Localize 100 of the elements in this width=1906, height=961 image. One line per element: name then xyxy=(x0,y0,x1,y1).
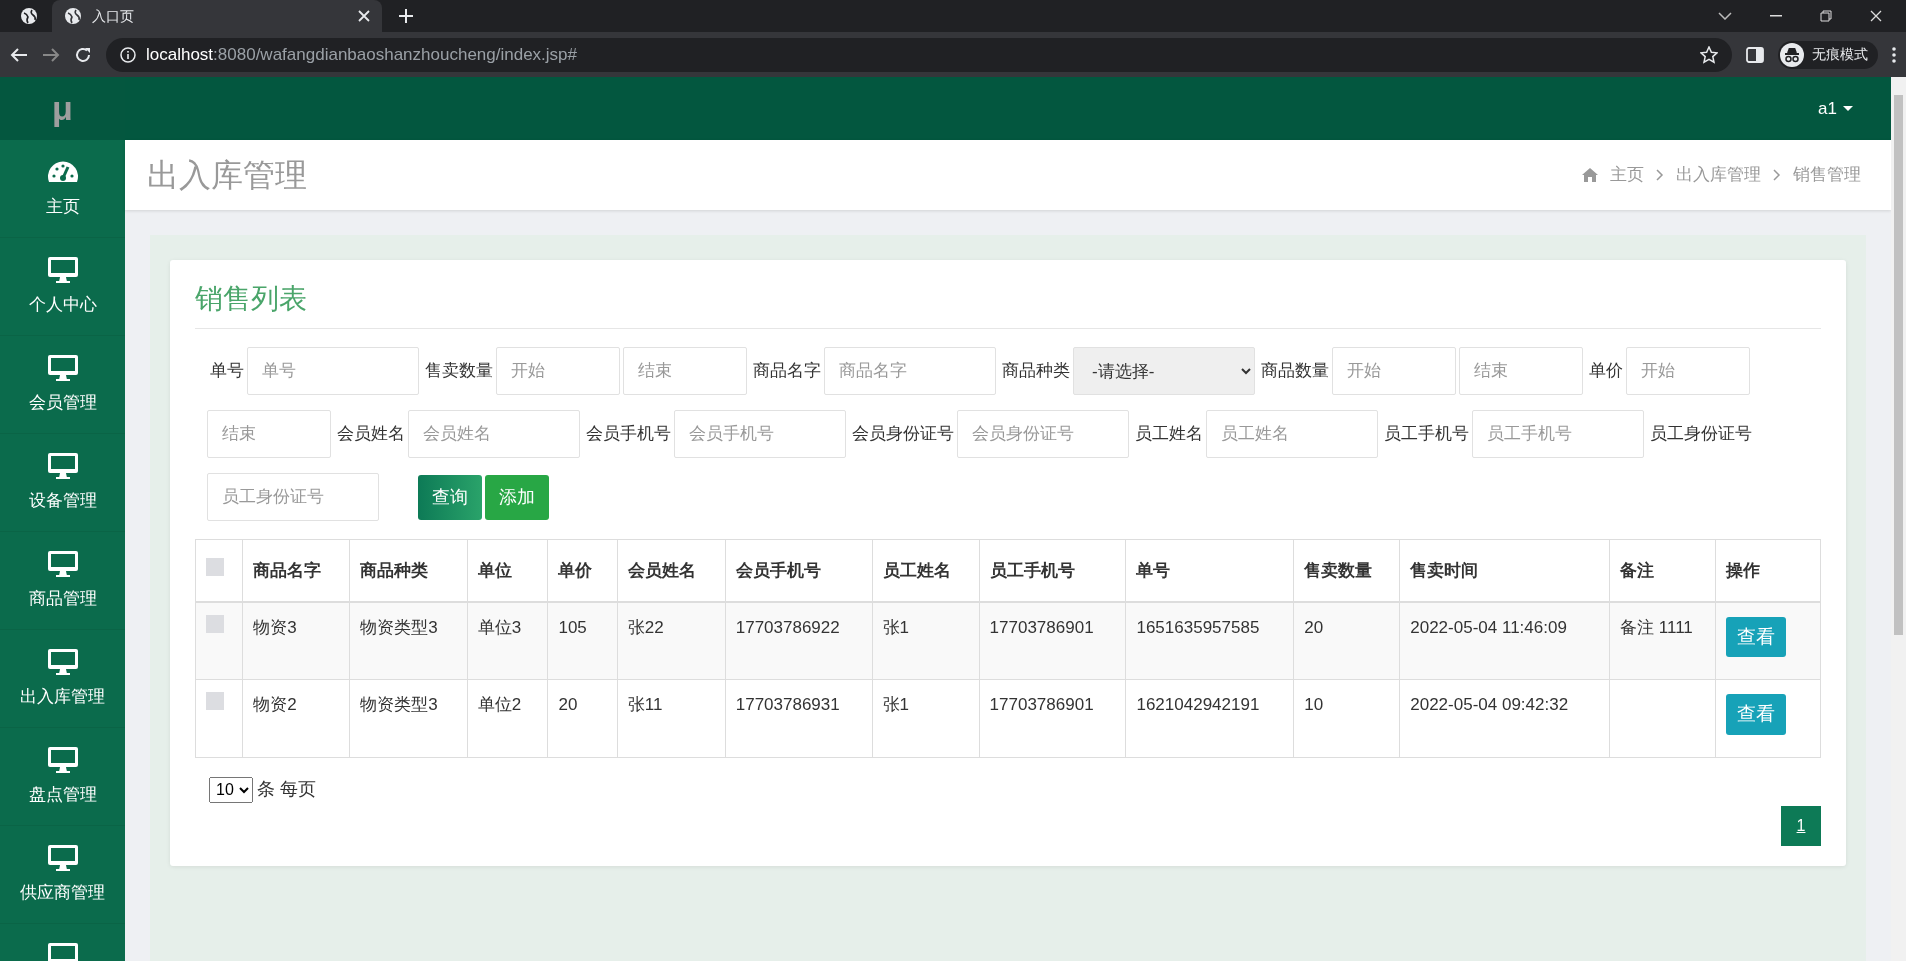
caret-icon xyxy=(1843,106,1853,111)
table-cell: 20 xyxy=(547,679,618,758)
monitor-icon xyxy=(46,255,79,284)
page-size-select[interactable]: 10 xyxy=(209,776,253,803)
page-link[interactable]: 1 xyxy=(1781,806,1821,846)
reload-icon[interactable] xyxy=(74,45,92,64)
column-header: 单号 xyxy=(1125,539,1294,602)
close-icon[interactable] xyxy=(1870,10,1882,22)
scrollbar[interactable] xyxy=(1891,77,1906,961)
field-label: 售卖数量 xyxy=(425,360,493,383)
home-icon xyxy=(1582,167,1598,183)
input-field[interactable]: 结束 xyxy=(623,347,747,395)
url-text: localhost:8080/wafangdianbaoshanzhoucheng/index.jsp# xyxy=(146,43,578,66)
input-field[interactable]: 会员手机号 xyxy=(674,410,846,458)
table-cell: 张1 xyxy=(872,601,980,680)
field-label: 商品数量 xyxy=(1261,360,1329,383)
input-field[interactable]: 员工姓名 xyxy=(1206,410,1378,458)
info-icon[interactable] xyxy=(120,46,136,63)
field-label: 商品种类 xyxy=(1002,360,1070,383)
column-header: 售卖数量 xyxy=(1293,539,1400,602)
select-all-checkbox[interactable] xyxy=(206,557,224,576)
input-field[interactable]: 单号 xyxy=(247,347,419,395)
column-header: 单位 xyxy=(467,539,548,602)
minimize-icon[interactable] xyxy=(1770,15,1782,17)
input-field[interactable]: 开始 xyxy=(1332,347,1456,395)
table-cell: 物资类型3 xyxy=(349,601,468,680)
column-header: 商品名字 xyxy=(242,539,350,602)
field-label: 单价 xyxy=(1589,360,1623,383)
column-header: 商品种类 xyxy=(349,539,468,602)
globe-icon[interactable] xyxy=(20,7,38,25)
column-header: 会员手机号 xyxy=(725,539,873,602)
input-field[interactable]: 员工手机号 xyxy=(1472,410,1644,458)
input-field[interactable]: 会员姓名 xyxy=(408,410,580,458)
close-icon[interactable] xyxy=(358,10,370,22)
column-header: 员工姓名 xyxy=(872,539,980,602)
column-header: 备注 xyxy=(1609,539,1716,602)
star-icon[interactable] xyxy=(1700,45,1718,64)
field-label: 会员手机号 xyxy=(586,423,671,446)
restore-icon[interactable] xyxy=(1820,10,1832,22)
field-label: 会员姓名 xyxy=(337,423,405,446)
logo: μ xyxy=(52,88,73,129)
table-cell: 17703786931 xyxy=(725,679,873,758)
monitor-icon xyxy=(46,745,79,774)
input-field[interactable]: 开始 xyxy=(496,347,620,395)
page-title: 出入库管理 xyxy=(147,156,307,195)
input-field[interactable]: 结束 xyxy=(207,410,331,458)
field-label: 会员身份证号 xyxy=(852,423,954,446)
input-field[interactable]: 商品名字 xyxy=(824,347,996,395)
table-cell: 1651635957585 xyxy=(1125,601,1294,680)
table-cell: 张1 xyxy=(872,679,980,758)
address-bar[interactable]: localhost:8080/wafangdianbaoshanzhoucheng/index.jsp# xyxy=(106,37,1732,72)
monitor-icon xyxy=(46,843,79,872)
chevron-right-icon xyxy=(1656,169,1664,181)
category-select[interactable]: -请选择- xyxy=(1073,347,1255,395)
monitor-icon xyxy=(46,451,79,480)
table-cell: 2022-05-04 11:46:09 xyxy=(1399,601,1610,680)
user-menu[interactable]: a1 xyxy=(1818,95,1853,122)
table-cell: 1621042942191 xyxy=(1125,679,1294,758)
incognito-icon xyxy=(1780,42,1804,67)
table-cell: 单位2 xyxy=(467,679,548,758)
input-field[interactable]: 开始 xyxy=(1626,347,1750,395)
incognito-chip[interactable]: 无痕模式 xyxy=(1778,40,1878,69)
field-label: 员工身份证号 xyxy=(1650,423,1752,446)
input-field[interactable]: 会员身份证号 xyxy=(957,410,1129,458)
back-arrow-icon[interactable] xyxy=(10,46,28,63)
table-cell: 17703786901 xyxy=(979,601,1126,680)
kebab-menu-icon[interactable] xyxy=(1892,46,1896,63)
column-header: 操作 xyxy=(1715,539,1821,602)
plus-icon[interactable] xyxy=(398,8,414,24)
page-size-label: 条 每页 xyxy=(257,778,316,801)
table-cell: 物资3 xyxy=(242,601,350,680)
scrollbar-thumb[interactable] xyxy=(1894,95,1903,635)
panel-title: 销售列表 xyxy=(195,278,1821,329)
globe-icon xyxy=(64,7,82,25)
monitor-icon xyxy=(46,647,79,676)
breadcrumb-item: 销售管理 xyxy=(1793,164,1861,187)
column-header: 售卖时间 xyxy=(1399,539,1610,602)
chevron-down-icon[interactable] xyxy=(1718,12,1732,20)
table-cell: 20 xyxy=(1293,601,1400,680)
incognito-label: 无痕模式 xyxy=(1812,45,1868,64)
chevron-right-icon xyxy=(1773,169,1781,181)
table-cell: 张22 xyxy=(617,601,726,680)
table-cell: 10 xyxy=(1293,679,1400,758)
field-label: 商品名字 xyxy=(753,360,821,383)
row-checkbox[interactable] xyxy=(206,692,224,710)
monitor-icon xyxy=(46,549,79,578)
input-field[interactable]: 员工身份证号 xyxy=(207,473,379,521)
row-checkbox[interactable] xyxy=(206,614,224,633)
table-cell: 17703786922 xyxy=(725,601,873,680)
field-label: 员工手机号 xyxy=(1384,423,1469,446)
table-cell: 张11 xyxy=(617,679,726,758)
search-button[interactable]: 查询 xyxy=(418,474,482,520)
sidebar-toggle-icon[interactable] xyxy=(1746,46,1764,63)
field-label: 员工姓名 xyxy=(1135,423,1203,446)
table-cell: 物资2 xyxy=(242,679,350,758)
forward-arrow-icon[interactable] xyxy=(42,46,60,63)
column-header: 单价 xyxy=(547,539,618,602)
table-cell: 单位3 xyxy=(467,601,548,680)
table-cell: 备注 1111 xyxy=(1609,601,1716,680)
input-field[interactable]: 结束 xyxy=(1459,347,1583,395)
